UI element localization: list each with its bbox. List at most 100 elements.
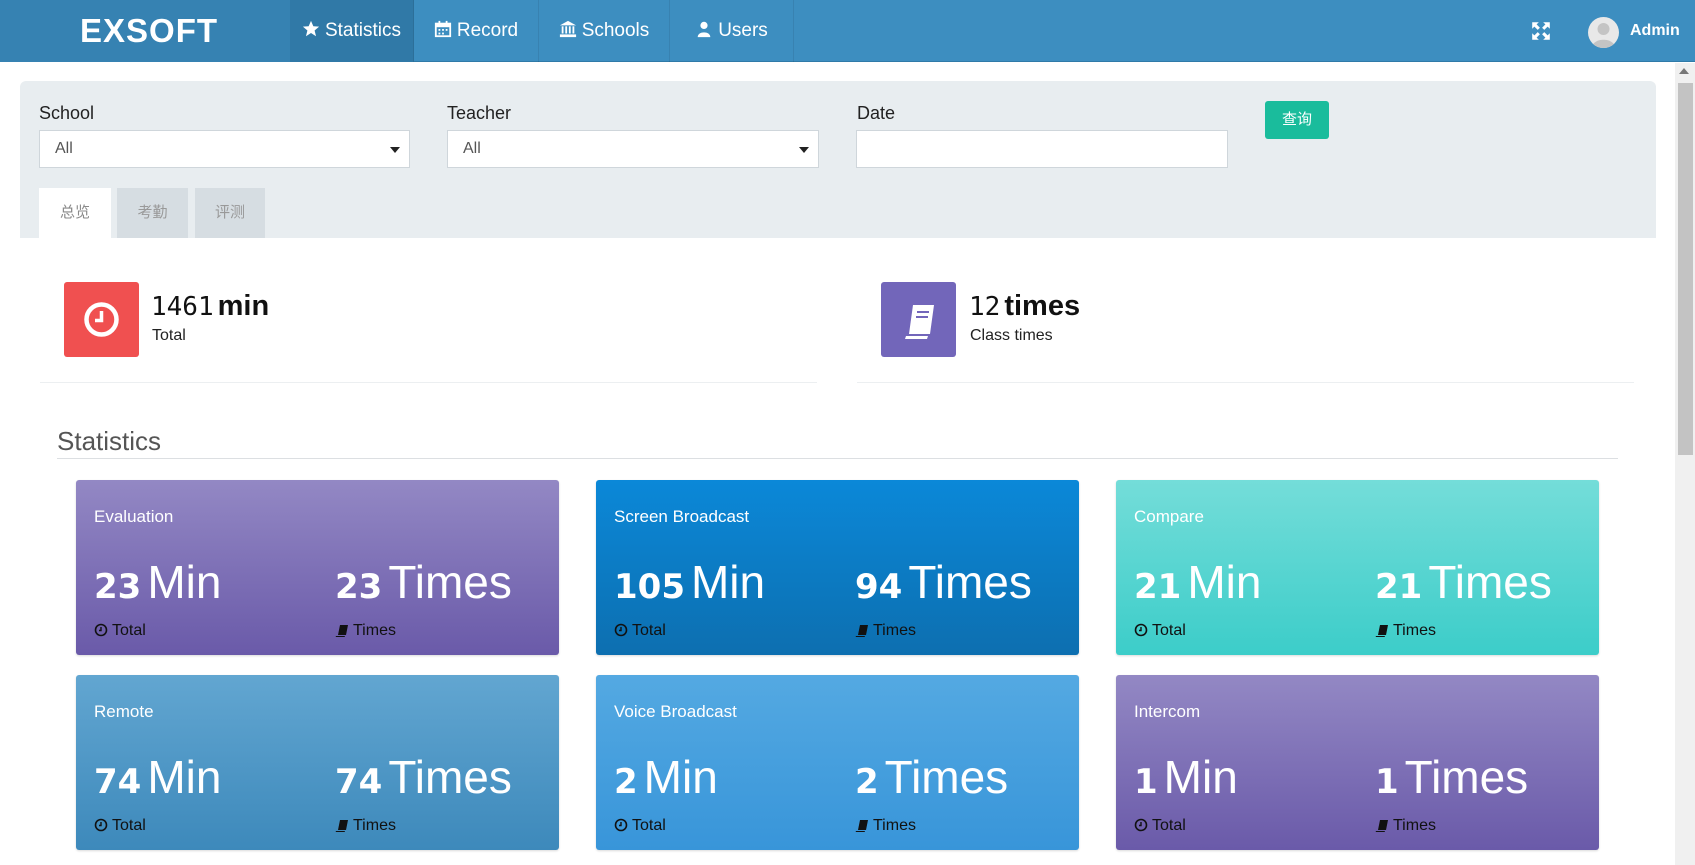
nav-item-label: Statistics <box>324 20 402 41</box>
stat-card-compare: Compare 21 Min 21 Times Total Times <box>1116 480 1599 655</box>
stat-card-minutes-unit: Min <box>1163 751 1238 803</box>
stat-card-times-caption: Times <box>335 816 396 836</box>
stat-card-times-caption: Times <box>1375 816 1436 836</box>
clock-icon <box>1134 818 1148 832</box>
stat-card-minutes-value: 105 <box>614 567 685 607</box>
institution-icon <box>559 20 576 38</box>
stat-card-total-label: Total <box>1152 622 1186 639</box>
stat-card-times-value: 21 <box>1375 567 1423 607</box>
calendar-icon <box>434 20 451 38</box>
tab-evaluation[interactable]: 评测 <box>195 188 265 238</box>
nav-item-schools[interactable]: Schools <box>539 0 670 62</box>
stat-card-times-value: 94 <box>855 567 903 607</box>
tab-overview[interactable]: 总览 <box>39 188 111 238</box>
stat-card-minutes-value: 21 <box>1134 567 1182 607</box>
stat-card-times-value: 2 <box>855 762 879 802</box>
stat-card-title: Screen Broadcast <box>614 507 750 526</box>
stat-card-total-label: Total <box>112 622 146 639</box>
nav-item-statistics[interactable]: Statistics <box>290 0 414 62</box>
clock-icon <box>1134 623 1148 637</box>
stat-card-minutes-unit: Min <box>1187 556 1262 608</box>
stat-card-minutes: 21 Min <box>1134 552 1261 612</box>
stat-card-minutes-value: 2 <box>614 762 638 802</box>
brand-logo[interactable]: EXSOFT <box>0 0 290 62</box>
stat-card-times: 2 Times <box>855 747 1008 807</box>
caret-down-icon <box>390 147 400 153</box>
stat-card-title: Evaluation <box>94 507 174 526</box>
clock-icon <box>94 818 108 832</box>
tab-attendance[interactable]: 考勤 <box>117 188 188 238</box>
user-name[interactable]: Admin <box>1630 0 1680 62</box>
caret-down-icon <box>799 147 809 153</box>
school-select-value: All <box>55 140 73 157</box>
stat-card-total-caption: Total <box>94 621 146 641</box>
top-navbar: EXSOFT Statistics Record Schools Users A… <box>0 0 1695 62</box>
stat-card-voice-broadcast: Voice Broadcast 2 Min 2 Times Total Times <box>596 675 1079 850</box>
stat-card-times-label: Times <box>873 622 916 639</box>
date-label: Date <box>857 103 896 123</box>
summary-total-number: 1461 <box>151 292 214 322</box>
stat-card-times-value: 1 <box>1375 762 1399 802</box>
stat-card-total-label: Total <box>112 817 146 834</box>
stat-card-times-label: Times <box>353 622 396 639</box>
summary-class-unit: times <box>1004 290 1081 322</box>
star-icon <box>302 20 320 37</box>
stat-card-times-caption: Times <box>855 621 916 641</box>
stat-card-minutes: 23 Min <box>94 552 221 612</box>
stat-card-times: 23 Times <box>335 552 512 612</box>
stat-card-times-unit: Times <box>1404 751 1529 803</box>
stat-card-total-label: Total <box>632 817 666 834</box>
book-icon <box>905 305 934 339</box>
summary-total-unit: min <box>217 290 270 322</box>
stat-card-times-label: Times <box>1393 622 1436 639</box>
stat-card-times: 1 Times <box>1375 747 1528 807</box>
stat-card-minutes-value: 1 <box>1134 762 1158 802</box>
scroll-up-arrow-icon[interactable] <box>1679 68 1689 74</box>
stat-card-total-caption: Total <box>1134 621 1186 641</box>
stat-card-times-caption: Times <box>335 621 396 641</box>
fullscreen-icon[interactable] <box>1530 20 1552 42</box>
stat-card-minutes: 105 Min <box>614 552 765 612</box>
nav-item-label: Users <box>718 20 768 41</box>
stat-card-title: Compare <box>1134 507 1204 526</box>
clock-icon <box>94 623 108 637</box>
date-input[interactable] <box>856 130 1228 168</box>
summary-total-caption: Total <box>152 327 186 344</box>
query-button[interactable]: 查询 <box>1265 101 1329 139</box>
book-icon <box>855 820 868 832</box>
nav-item-label: Record <box>456 20 519 41</box>
summary-class-tile <box>881 282 956 357</box>
stat-card-minutes-unit: Min <box>690 556 766 608</box>
stat-card-times-value: 74 <box>335 762 383 802</box>
stat-card-total-label: Total <box>632 622 666 639</box>
stat-card-times-unit: Times <box>884 751 1009 803</box>
nav-item-label: Schools <box>581 20 650 41</box>
clock-icon <box>614 623 628 637</box>
stat-card-times-caption: Times <box>1375 621 1436 641</box>
summary-total-tile <box>64 282 139 357</box>
stat-card-total-caption: Total <box>94 816 146 836</box>
nav-item-users[interactable]: Users <box>670 0 794 62</box>
stat-card-times-label: Times <box>873 817 916 834</box>
stat-card-total-label: Total <box>1152 817 1186 834</box>
nav-item-record[interactable]: Record <box>414 0 539 62</box>
teacher-select[interactable]: All <box>447 130 819 168</box>
statistics-heading: Statistics <box>57 426 162 456</box>
book-icon <box>855 625 868 637</box>
stat-card-times-label: Times <box>1393 817 1436 834</box>
stat-card-title: Intercom <box>1134 702 1201 721</box>
stat-card-times: 74 Times <box>335 747 512 807</box>
stat-card-minutes-unit: Min <box>147 556 222 608</box>
avatar[interactable] <box>1588 17 1619 48</box>
book-icon <box>1375 625 1388 637</box>
stat-card-minutes-unit: Min <box>147 751 222 803</box>
stat-card-remote: Remote 74 Min 74 Times Total Times <box>76 675 559 850</box>
stat-card-times-unit: Times <box>1428 556 1552 608</box>
scrollbar-thumb[interactable] <box>1678 83 1693 455</box>
stat-card-title: Remote <box>94 702 154 721</box>
stat-card-times-value: 23 <box>335 567 383 607</box>
clock-icon <box>614 818 628 832</box>
school-select[interactable]: All <box>39 130 410 168</box>
stat-card-total-caption: Total <box>614 816 666 836</box>
book-icon <box>335 820 348 832</box>
